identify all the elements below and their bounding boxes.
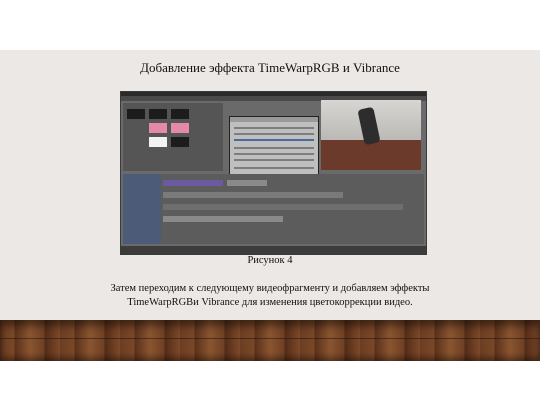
editor-screenshot	[120, 91, 427, 255]
screenshot-statusbar	[121, 246, 426, 254]
screenshot-video-preview	[321, 100, 421, 170]
slide-description: Затем переходим к следующему видеофрагме…	[0, 282, 540, 310]
description-line-1: Затем переходим к следующему видеофрагме…	[110, 283, 430, 294]
figure-caption: Рисунок 4	[247, 255, 293, 266]
screenshot-timeline	[123, 174, 424, 244]
screenshot-media-panel	[123, 103, 223, 171]
screenshot-effect-dialog	[229, 116, 319, 180]
wooden-floor	[0, 320, 540, 361]
slide-title: Добавление эффекта TimeWarpRGB и Vibranc…	[140, 60, 400, 75]
description-line-2: TimeWarpRGBи Vibrance для изменения цвет…	[127, 297, 413, 308]
